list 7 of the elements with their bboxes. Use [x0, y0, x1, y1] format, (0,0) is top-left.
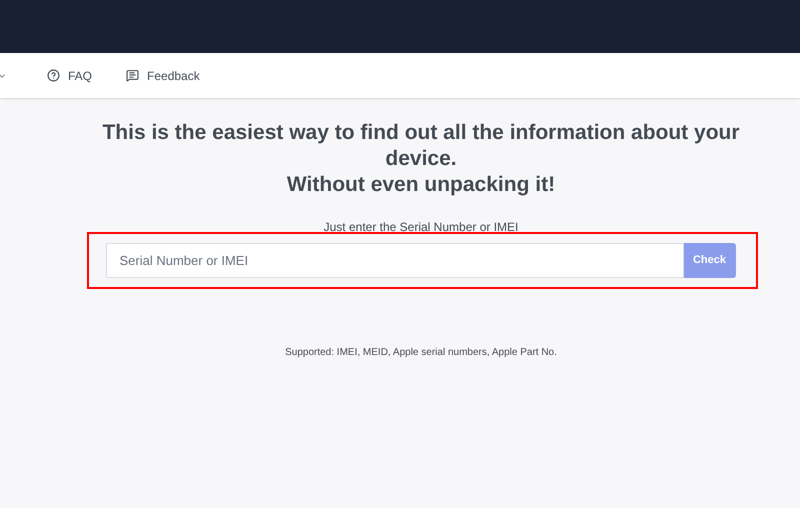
nav-link[interactable]: Feedback: [126, 66, 200, 84]
headline: This is the easiest way to find out all the information about your device.: [101, 120, 741, 172]
serial-input[interactable]: Serial Number or IMEI: [106, 243, 684, 278]
nav-link[interactable]: FAQ: [47, 66, 92, 84]
supported-note: Supported: IMEI, MEID, Apple serial numbers, Apple Part No.: [285, 346, 557, 360]
subtitle: Just enter the Serial Number or IMEI: [324, 219, 518, 236]
headline: Without even unpacking it!: [286, 172, 556, 198]
